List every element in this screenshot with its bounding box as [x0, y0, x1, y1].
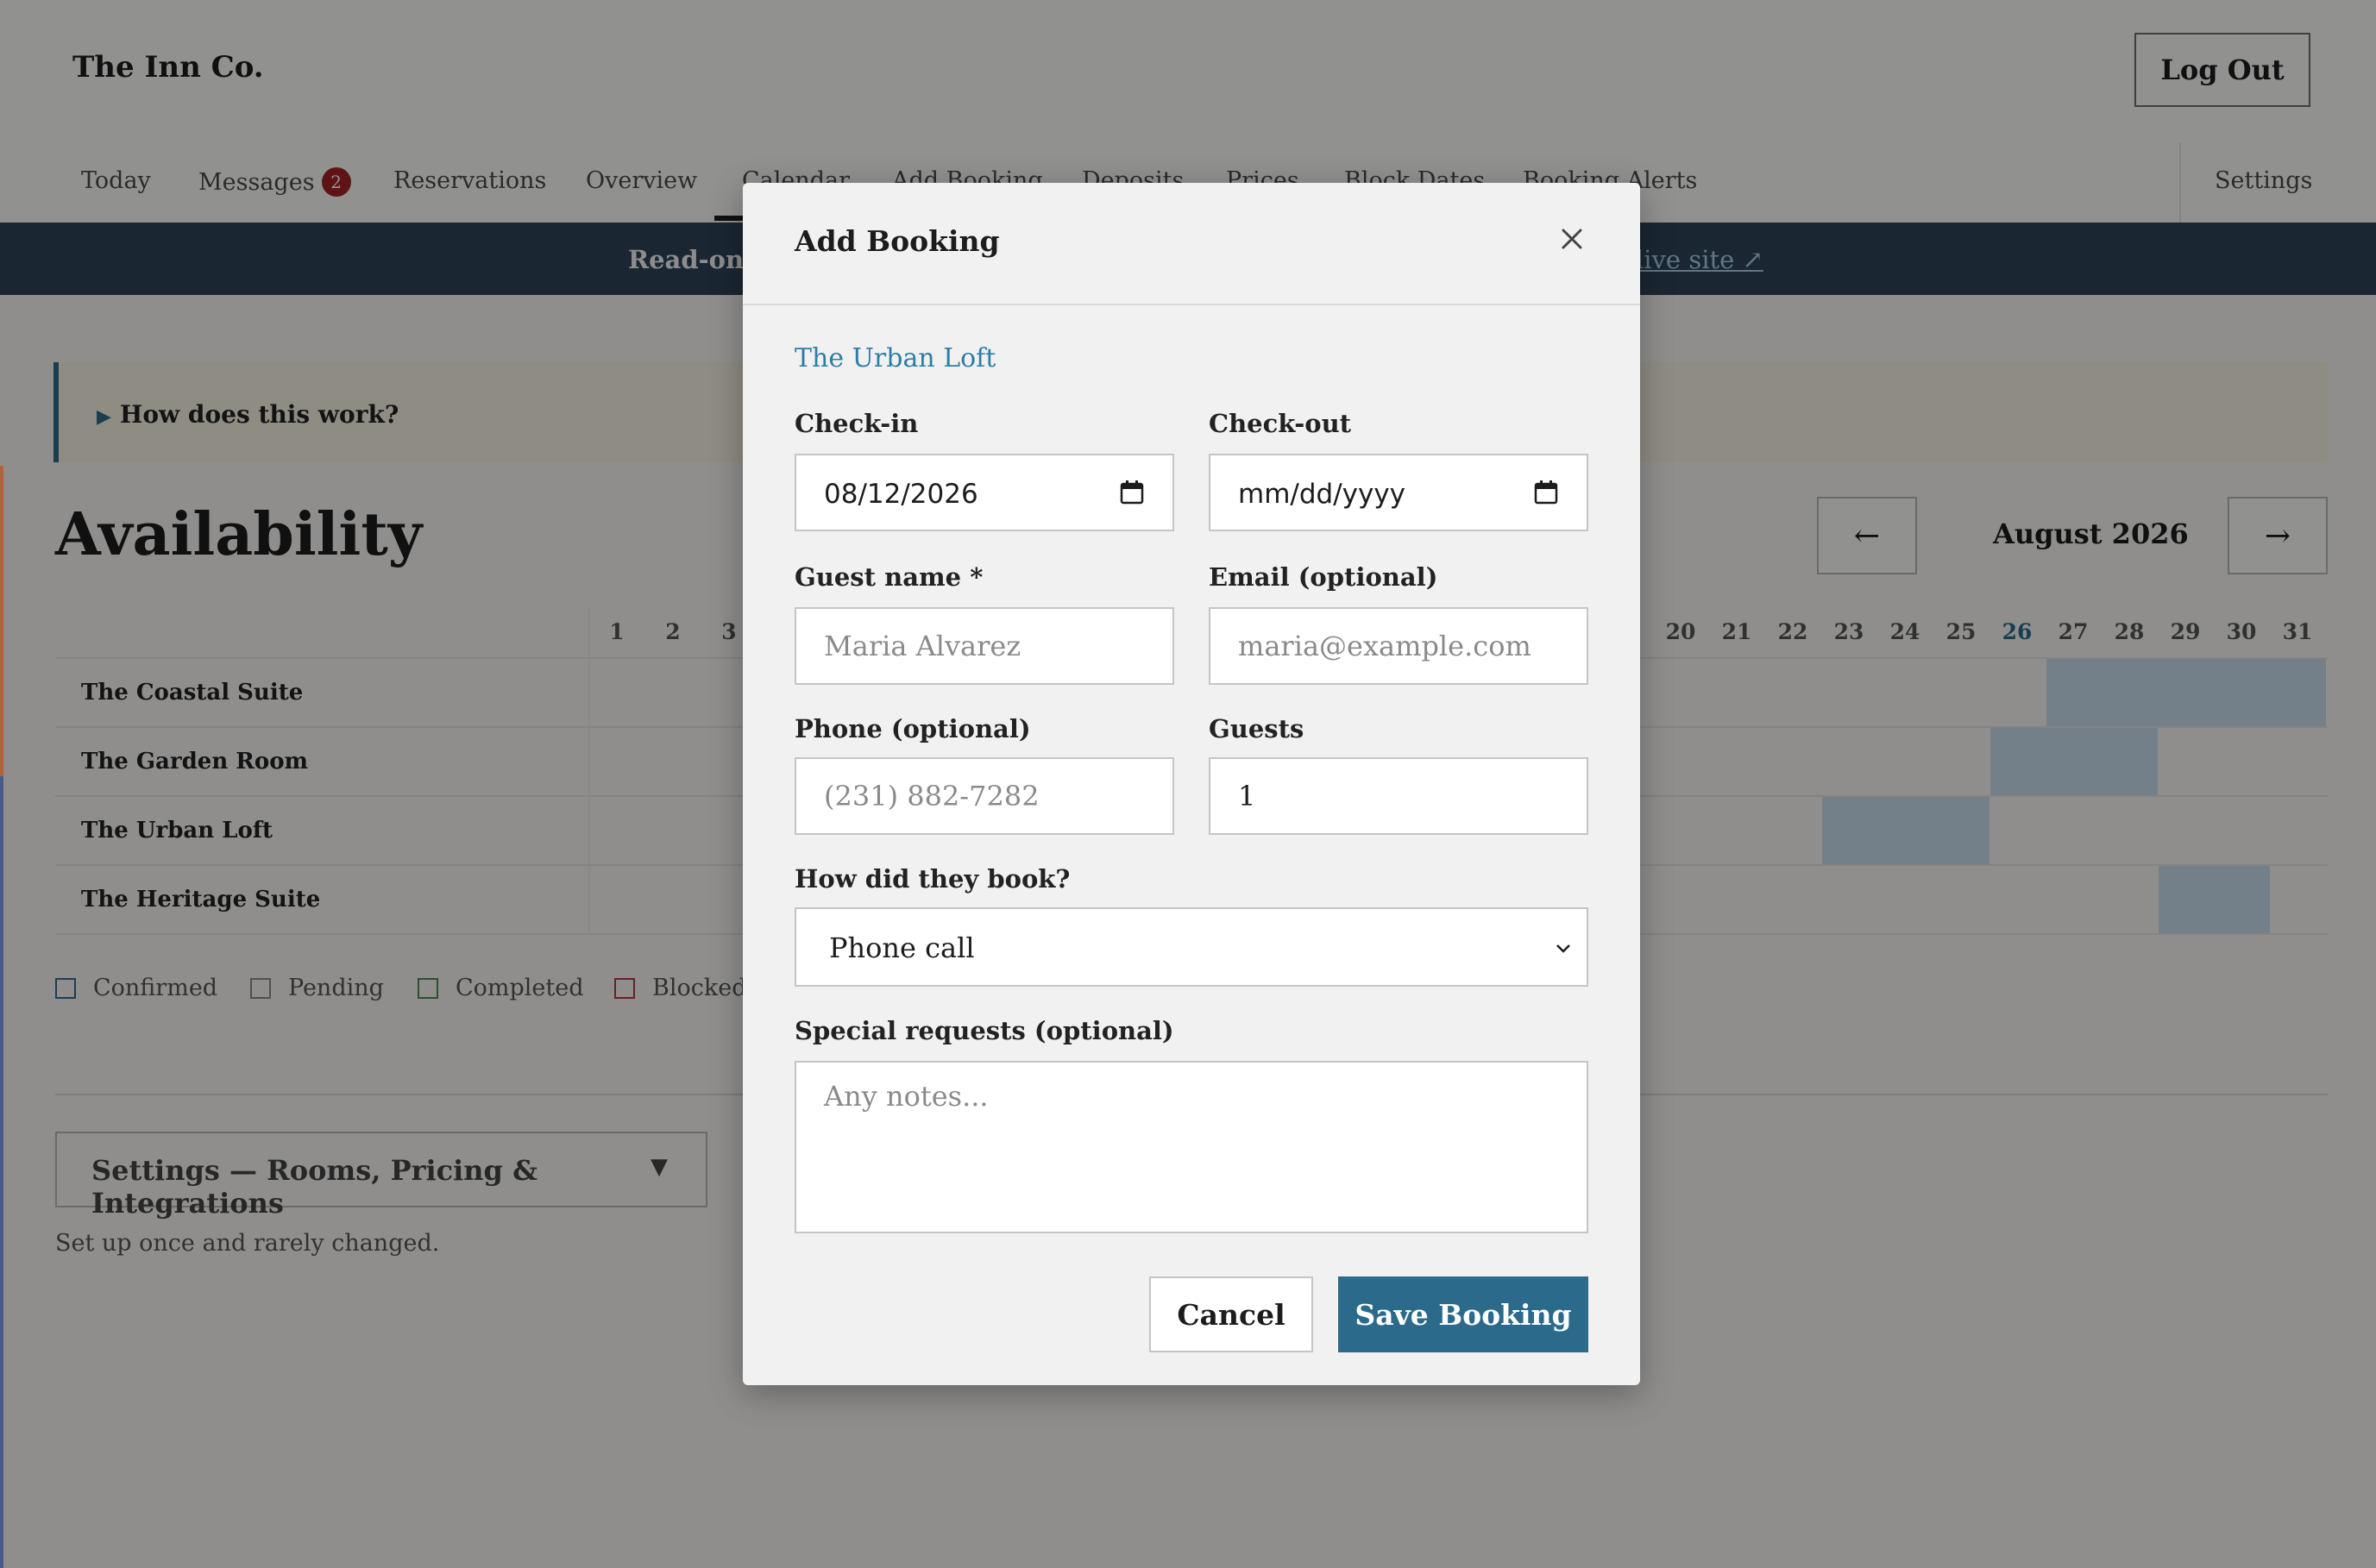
checkin-label: Check-in — [795, 409, 919, 438]
booking-source-label: How did they book? — [795, 864, 1071, 894]
modal-title: Add Booking — [795, 224, 1000, 258]
close-button[interactable] — [1550, 217, 1593, 260]
checkout-date-input[interactable]: mm/dd/yyyy — [1209, 454, 1588, 531]
guest-name-label: Guest name * — [795, 562, 984, 592]
calendar-icon[interactable] — [1119, 480, 1145, 505]
email-input[interactable] — [1209, 607, 1588, 685]
checkout-label: Check-out — [1209, 409, 1352, 438]
chevron-down-icon — [1556, 944, 1570, 953]
save-booking-button[interactable]: Save Booking — [1338, 1276, 1588, 1352]
checkin-date-value: 08/12/2026 — [824, 479, 978, 510]
close-icon — [1562, 229, 1582, 249]
email-label: Email (optional) — [1209, 562, 1438, 592]
guests-count-input[interactable] — [1209, 757, 1588, 835]
window-edge-accent — [0, 466, 3, 776]
calendar-icon[interactable] — [1533, 480, 1559, 505]
special-requests-textarea[interactable] — [795, 1061, 1588, 1233]
add-booking-modal: Add Booking The Urban Loft Check-in 08/1… — [743, 183, 1640, 1385]
booking-source-value: Phone call — [829, 931, 975, 964]
modal-header: Add Booking — [743, 183, 1640, 305]
booking-source-select[interactable]: Phone call — [795, 907, 1588, 987]
phone-input[interactable] — [795, 757, 1174, 835]
cancel-button[interactable]: Cancel — [1149, 1276, 1313, 1352]
special-requests-label: Special requests (optional) — [795, 1016, 1174, 1045]
checkout-date-placeholder: mm/dd/yyyy — [1238, 479, 1406, 510]
checkin-date-input[interactable]: 08/12/2026 — [795, 454, 1174, 531]
phone-label: Phone (optional) — [795, 714, 1031, 743]
guest-name-input[interactable] — [795, 607, 1174, 685]
selected-room-name: The Urban Loft — [795, 343, 996, 373]
guests-label: Guests — [1209, 714, 1304, 743]
